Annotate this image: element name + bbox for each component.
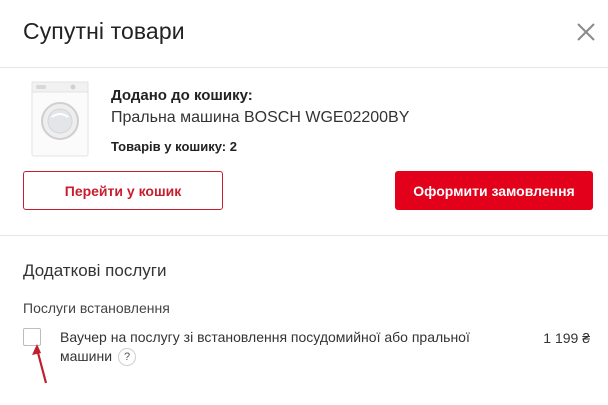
product-name: Пральна машина BOSCH WGE02200BY xyxy=(111,109,410,126)
annotation-arrow xyxy=(32,343,52,385)
service-item: Ваучер на послугу зі встановлення посудо… xyxy=(60,328,510,367)
installation-services-title: Послуги встановлення xyxy=(23,300,170,316)
additional-services-title: Додаткові послуги xyxy=(23,261,167,280)
modal-title: Супутні товари xyxy=(23,18,185,44)
help-icon[interactable]: ? xyxy=(118,348,137,367)
service-price: 1 199 ₴ xyxy=(543,330,590,346)
added-to-cart-label: Додано до кошику: xyxy=(111,87,253,104)
divider xyxy=(0,235,608,236)
close-icon[interactable] xyxy=(572,18,600,46)
go-to-cart-button[interactable]: Перейти у кошик xyxy=(23,171,223,210)
modal-header: Супутні товари xyxy=(0,0,608,68)
washing-machine-image xyxy=(28,81,92,157)
checkout-button[interactable]: Оформити замовлення xyxy=(395,171,593,210)
cart-count: Товарів у кошику: 2 xyxy=(111,139,237,154)
